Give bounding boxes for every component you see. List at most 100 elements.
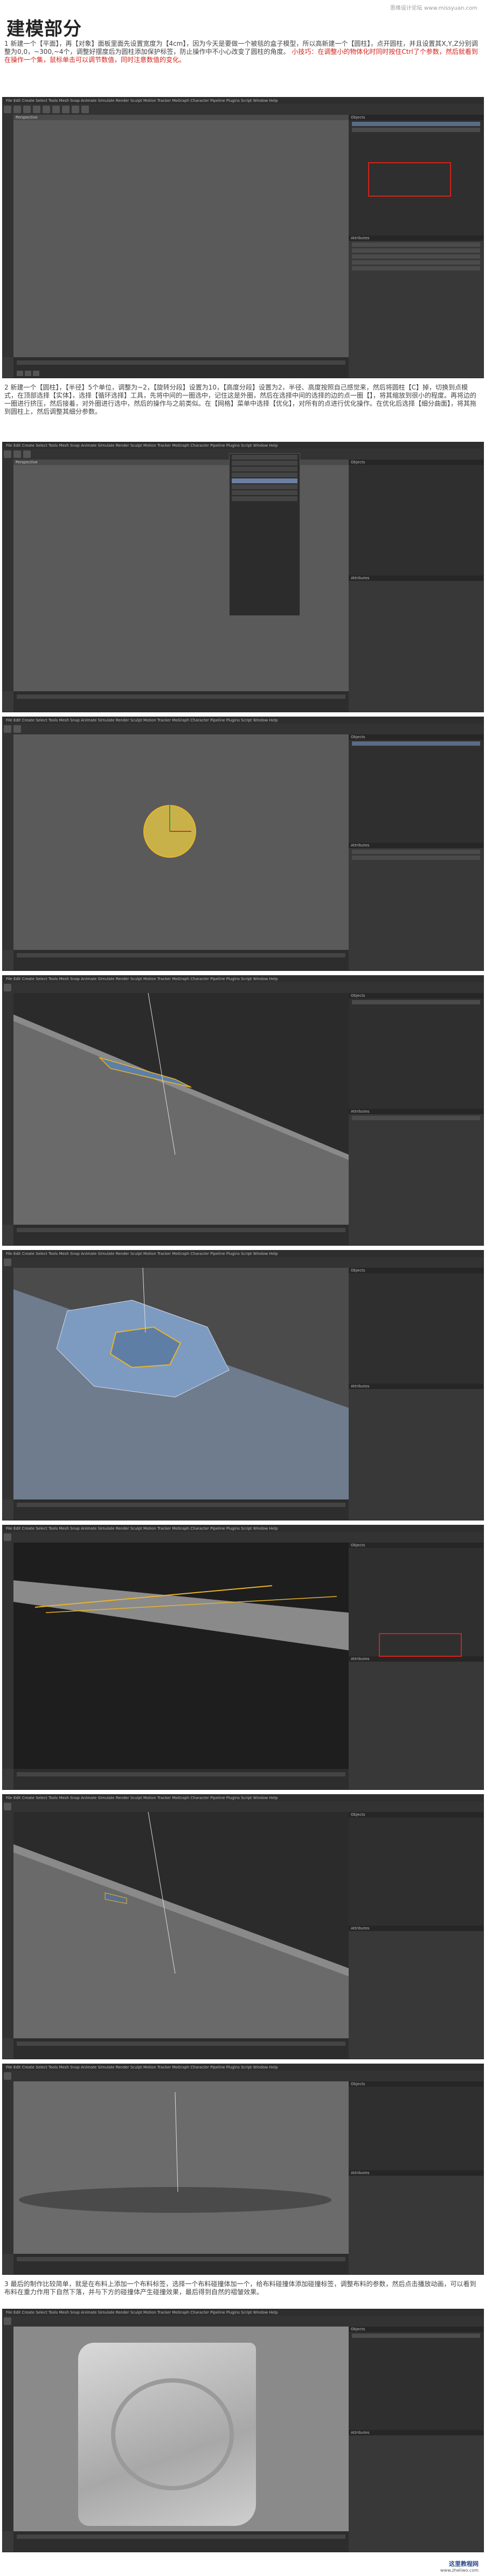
- attribute-manager[interactable]: Attributes: [349, 843, 483, 970]
- timeline[interactable]: [13, 950, 349, 970]
- left-toolbar[interactable]: [3, 734, 13, 950]
- timeline-ruler[interactable]: [17, 1228, 345, 1232]
- menu-item[interactable]: [232, 461, 297, 466]
- left-toolbar[interactable]: [3, 2081, 13, 2254]
- viewport[interactable]: [13, 1812, 349, 2038]
- object-manager[interactable]: Objects: [349, 1812, 483, 1926]
- attribute-manager[interactable]: Attributes: [349, 1109, 483, 1245]
- timeline[interactable]: [13, 1769, 349, 1789]
- scale-icon[interactable]: [13, 725, 21, 733]
- object-manager[interactable]: Objects: [349, 1268, 483, 1384]
- timeline[interactable]: [13, 2531, 349, 2552]
- menu-item[interactable]: [232, 467, 297, 471]
- undo-icon[interactable]: [4, 450, 11, 458]
- object-row[interactable]: [352, 1000, 480, 1004]
- menu-bar[interactable]: File Edit Create Select Tools Mesh Snap …: [3, 717, 483, 724]
- left-toolbar[interactable]: [3, 1543, 13, 1769]
- timeline[interactable]: [13, 1499, 349, 1520]
- timeline-ruler[interactable]: [17, 953, 345, 957]
- menu-item[interactable]: [232, 478, 297, 483]
- object-row[interactable]: [352, 2334, 480, 2338]
- attribute-row[interactable]: [352, 248, 480, 253]
- object-manager[interactable]: Objects: [349, 993, 483, 1109]
- object-manager[interactable]: Objects: [349, 734, 483, 843]
- attribute-row[interactable]: [352, 260, 480, 265]
- viewport[interactable]: [13, 734, 349, 950]
- attribute-manager[interactable]: Attributes: [349, 2430, 483, 2552]
- attribute-manager[interactable]: Attributes: [349, 1925, 483, 2059]
- timeline-ruler[interactable]: [17, 695, 345, 699]
- move-icon[interactable]: [4, 1803, 11, 1810]
- menu-item[interactable]: [232, 473, 297, 477]
- timeline[interactable]: [13, 2254, 349, 2274]
- menu-bar[interactable]: File Edit Create Select Tools Mesh Snap …: [3, 98, 483, 104]
- scale-icon[interactable]: [43, 106, 50, 113]
- menu-bar[interactable]: File Edit Create Select Tools Mesh Snap …: [3, 1795, 483, 1801]
- menu-item[interactable]: [232, 496, 297, 501]
- attribute-manager[interactable]: Attributes: [349, 1656, 483, 1789]
- object-row[interactable]: [352, 128, 480, 132]
- menu-bar[interactable]: File Edit Create Select Tools Mesh Snap …: [3, 442, 483, 449]
- undo-icon[interactable]: [4, 106, 11, 113]
- attribute-row[interactable]: [352, 242, 480, 247]
- attribute-row[interactable]: [352, 1116, 480, 1121]
- menu-bar[interactable]: File Edit Create Select Tools Mesh Snap …: [3, 2309, 483, 2316]
- attribute-row[interactable]: [352, 850, 480, 855]
- viewport[interactable]: [13, 993, 349, 1225]
- move-icon[interactable]: [4, 1533, 11, 1541]
- left-toolbar[interactable]: [3, 1812, 13, 2038]
- pen-icon[interactable]: [81, 106, 89, 113]
- object-row[interactable]: [352, 741, 480, 746]
- attribute-row[interactable]: [352, 254, 480, 259]
- select-icon[interactable]: [23, 106, 31, 113]
- menu-bar[interactable]: File Edit Create Select Tools Mesh Snap …: [3, 1525, 483, 1532]
- left-toolbar[interactable]: [3, 1268, 13, 1499]
- attribute-manager[interactable]: Attributes: [349, 2170, 483, 2274]
- left-toolbar[interactable]: [3, 993, 13, 1225]
- play-icon[interactable]: [17, 371, 23, 376]
- object-row[interactable]: [352, 122, 480, 126]
- timeline[interactable]: [13, 1225, 349, 1245]
- attribute-manager[interactable]: Attributes: [349, 1384, 483, 1520]
- menu-bar[interactable]: File Edit Create Select Tools Mesh Snap …: [3, 976, 483, 982]
- rotate-icon[interactable]: [52, 106, 60, 113]
- object-manager[interactable]: Objects: [349, 2081, 483, 2170]
- viewport[interactable]: Perspective: [13, 115, 349, 357]
- menu-bar[interactable]: File Edit Create Select Tools Mesh Snap …: [3, 2064, 483, 2071]
- move-icon[interactable]: [4, 2317, 11, 2325]
- viewport[interactable]: [13, 1543, 349, 1769]
- menu-item[interactable]: [232, 490, 297, 495]
- object-manager[interactable]: Objects: [349, 2327, 483, 2431]
- timeline[interactable]: [13, 691, 349, 712]
- menu-bar[interactable]: File Edit Create Select Tools Mesh Snap …: [3, 1251, 483, 1257]
- left-toolbar[interactable]: [3, 460, 13, 691]
- move-icon[interactable]: [4, 1259, 11, 1266]
- redo-icon[interactable]: [13, 450, 21, 458]
- cube-icon[interactable]: [72, 106, 79, 113]
- attribute-row[interactable]: [352, 856, 480, 860]
- viewport[interactable]: [13, 1268, 349, 1499]
- left-toolbar[interactable]: [3, 2327, 13, 2531]
- timeline-ruler[interactable]: [17, 1772, 345, 1776]
- menu-item[interactable]: [232, 484, 297, 489]
- timeline-ruler[interactable]: [17, 2042, 345, 2046]
- timeline[interactable]: [13, 357, 349, 378]
- timeline[interactable]: [13, 2038, 349, 2059]
- attribute-manager[interactable]: Attributes: [349, 575, 483, 712]
- left-toolbar[interactable]: [3, 115, 13, 357]
- timeline-ruler[interactable]: [17, 2535, 345, 2539]
- move-icon[interactable]: [4, 725, 11, 733]
- viewport[interactable]: [13, 2081, 349, 2254]
- record-icon[interactable]: [33, 371, 39, 376]
- menu-item[interactable]: [232, 455, 297, 460]
- object-manager[interactable]: Objects: [349, 460, 483, 576]
- context-menu[interactable]: [229, 453, 300, 616]
- attribute-manager[interactable]: Attributes: [349, 235, 483, 378]
- move-icon[interactable]: [4, 984, 11, 991]
- timeline-ruler[interactable]: [17, 2257, 345, 2261]
- timeline-ruler[interactable]: [17, 360, 345, 365]
- attribute-row[interactable]: [352, 266, 480, 271]
- viewport[interactable]: [13, 2327, 349, 2531]
- move-icon[interactable]: [4, 2072, 11, 2080]
- move-icon[interactable]: [33, 106, 40, 113]
